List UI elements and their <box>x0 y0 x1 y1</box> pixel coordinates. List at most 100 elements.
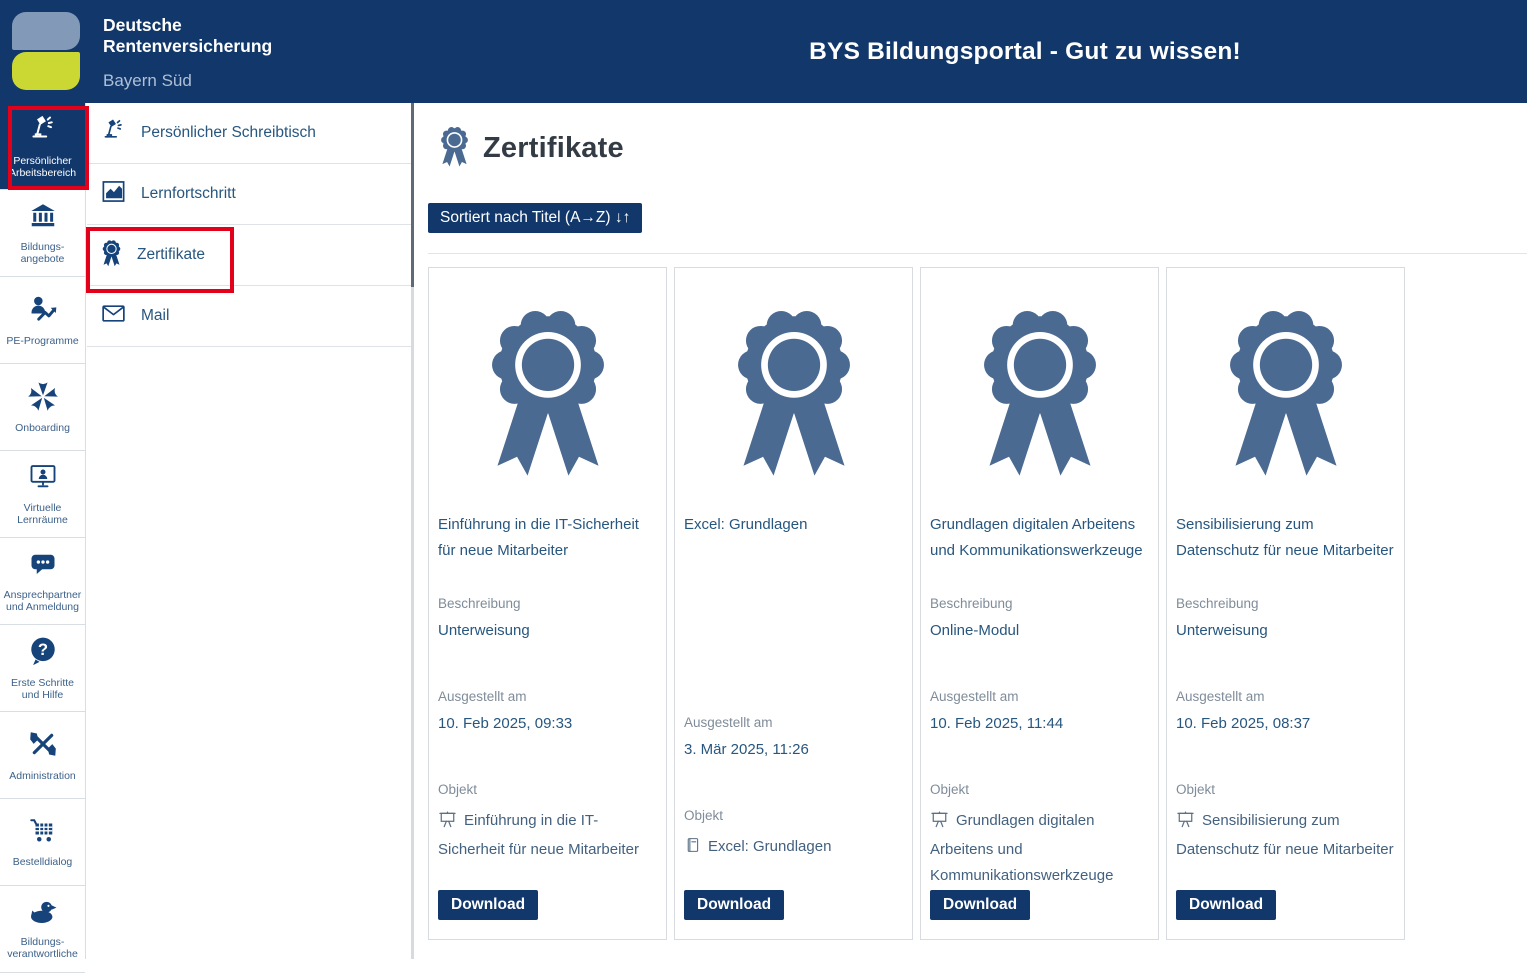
object-value: Excel: Grundlagen <box>708 838 831 855</box>
rail-item-label: Administration <box>9 770 76 782</box>
nav-item-zertifikate[interactable]: Zertifikate <box>87 225 411 286</box>
certificate-card: Excel: Grundlagen Ausgestellt am 3. Mär … <box>674 267 913 940</box>
rail-item-label: Bildungs-verantwortliche <box>2 936 83 960</box>
desk-lamp-icon <box>100 117 127 149</box>
description-value: Unterweisung <box>1176 622 1395 639</box>
content-divider <box>428 253 1527 254</box>
object-label: Objekt <box>930 782 1149 797</box>
certificate-cards: Einführung in die IT-Sicherheit für neue… <box>428 267 1405 940</box>
certificate-title: Grundlagen digitalen Arbeitens und Kommu… <box>930 512 1149 564</box>
chat-icon <box>27 549 59 584</box>
heading-row: Zertifikate <box>437 123 624 173</box>
rail-item-onboarding[interactable]: Onboarding <box>0 364 85 451</box>
certificate-card: Grundlagen digitalen Arbeitens und Kommu… <box>920 267 1159 940</box>
download-button[interactable]: Download <box>684 890 784 920</box>
description-label: Beschreibung <box>930 596 1149 611</box>
nav-item-persoenlicher-schreibtisch[interactable]: Persönlicher Schreibtisch <box>87 103 411 164</box>
secondary-nav: Persönlicher Schreibtisch Lernfortschrit… <box>87 103 411 347</box>
help-icon: ? <box>27 635 59 672</box>
rail-item-bestelldialog[interactable]: Bestelldialog <box>0 799 85 886</box>
issued-value: 10. Feb 2025, 08:37 <box>1176 715 1395 732</box>
certificate-title: Einführung in die IT-Sicherheit für neue… <box>438 512 657 564</box>
issued-label: Ausgestellt am <box>930 689 1149 704</box>
rail-item-pe-programme[interactable]: PE-Programme <box>0 277 85 364</box>
chart-icon <box>100 178 127 210</box>
certificate-title: Excel: Grundlagen <box>684 512 903 538</box>
rail-item-persoenlicher-arbeitsbereich[interactable]: Persönlicher Arbeitsbereich <box>0 103 85 190</box>
presentation-icon <box>930 811 949 837</box>
ribbon-icon <box>437 123 472 173</box>
rail-item-label: Onboarding <box>15 422 70 434</box>
download-button[interactable]: Download <box>438 890 538 920</box>
rail-item-label: Persönlicher Arbeitsbereich <box>2 155 83 179</box>
nav-item-label: Lernfortschritt <box>141 185 236 203</box>
presentation-icon <box>1176 811 1195 837</box>
object-value: Grundlagen digitalen Arbeitens und Kommu… <box>930 812 1113 884</box>
object-value: Einführung in die IT-Sicherheit für neue… <box>438 812 639 858</box>
object-row: Grundlagen digitalen Arbeitens und Kommu… <box>930 808 1152 889</box>
icon-rail: Persönlicher Arbeitsbereich Bildungs-ang… <box>0 103 86 959</box>
rail-item-ansprechpartner-und-anmeldung[interactable]: Ansprechpartner und Anmeldung <box>0 538 85 625</box>
nav-item-lernfortschritt[interactable]: Lernfortschritt <box>87 164 411 225</box>
ribbon-icon <box>429 282 666 498</box>
presentation-icon <box>438 811 457 837</box>
sort-button[interactable]: Sortiert nach Titel (A→Z) ↓↑ <box>428 203 642 233</box>
rail-item-label: PE-Programme <box>6 335 78 347</box>
cart-icon <box>27 816 59 851</box>
rail-item-label: Bildungs-angebote <box>2 241 83 265</box>
issued-label: Ausgestellt am <box>1176 689 1395 704</box>
object-row: Sensibilisierung zum Datenschutz für neu… <box>1176 808 1398 863</box>
object-label: Objekt <box>438 782 657 797</box>
document-icon <box>684 836 701 863</box>
tools-icon <box>27 728 59 765</box>
brand-name: Deutsche Rentenversicherung <box>103 15 272 57</box>
rail-item-bildungsangebote[interactable]: Bildungs-angebote <box>0 190 85 277</box>
brand-line2: Rentenversicherung <box>103 36 272 57</box>
object-label: Objekt <box>684 808 903 823</box>
drv-logo <box>12 10 84 92</box>
rail-item-label: Bestelldialog <box>13 856 73 868</box>
svg-text:?: ? <box>37 640 47 659</box>
issued-label: Ausgestellt am <box>684 715 903 730</box>
description-label: Beschreibung <box>438 596 657 611</box>
drv-logo-top-shape <box>12 12 80 50</box>
virtual-classroom-icon <box>27 462 59 497</box>
mail-icon <box>100 300 127 332</box>
object-value: Sensibilisierung zum Datenschutz für neu… <box>1176 812 1394 858</box>
nav-item-label: Mail <box>141 307 169 325</box>
ribbon-icon <box>100 238 123 272</box>
object-row: Einführung in die IT-Sicherheit für neue… <box>438 808 660 863</box>
issued-value: 10. Feb 2025, 11:44 <box>930 715 1149 732</box>
certificate-card: Sensibilisierung zum Datenschutz für neu… <box>1166 267 1405 940</box>
ribbon-icon <box>921 282 1158 498</box>
rail-item-administration[interactable]: Administration <box>0 712 85 799</box>
download-button[interactable]: Download <box>930 890 1030 920</box>
issued-label: Ausgestellt am <box>438 689 657 704</box>
desk-lamp-icon <box>27 113 59 150</box>
object-label: Objekt <box>1176 782 1395 797</box>
bank-icon <box>27 201 59 236</box>
drv-logo-bottom-shape <box>12 52 80 90</box>
app-header: Deutsche Rentenversicherung Bayern Süd B… <box>0 0 1527 103</box>
ribbon-icon <box>1167 282 1404 498</box>
rail-item-label: Ansprechpartner und Anmeldung <box>2 589 83 613</box>
certificate-title: Sensibilisierung zum Datenschutz für neu… <box>1176 512 1395 564</box>
download-button[interactable]: Download <box>1176 890 1276 920</box>
page-title: BYS Bildungsportal - Gut zu wissen! <box>530 0 1520 103</box>
object-row: Excel: Grundlagen <box>684 834 906 863</box>
section-heading: Zertifikate <box>483 132 624 165</box>
description-value: Unterweisung <box>438 622 657 639</box>
team-hands-icon <box>27 380 59 417</box>
issued-value: 3. Mär 2025, 11:26 <box>684 741 903 758</box>
rail-item-virtuelle-lernraeume[interactable]: Virtuelle Lernräume <box>0 451 85 538</box>
brand-region: Bayern Süd <box>103 71 192 91</box>
rail-item-erste-schritte-und-hilfe[interactable]: ? Erste Schritte und Hilfe <box>0 625 85 712</box>
rail-item-label: Virtuelle Lernräume <box>2 502 83 526</box>
duck-icon <box>26 898 60 931</box>
nav-item-label: Zertifikate <box>137 246 205 264</box>
main-content: Zertifikate Sortiert nach Titel (A→Z) ↓↑… <box>414 103 1527 959</box>
brand-line1: Deutsche <box>103 15 272 36</box>
nav-item-mail[interactable]: Mail <box>87 286 411 347</box>
nav-item-label: Persönlicher Schreibtisch <box>141 124 316 142</box>
rail-item-bildungsverantwortliche[interactable]: Bildungs-verantwortliche <box>0 886 85 973</box>
